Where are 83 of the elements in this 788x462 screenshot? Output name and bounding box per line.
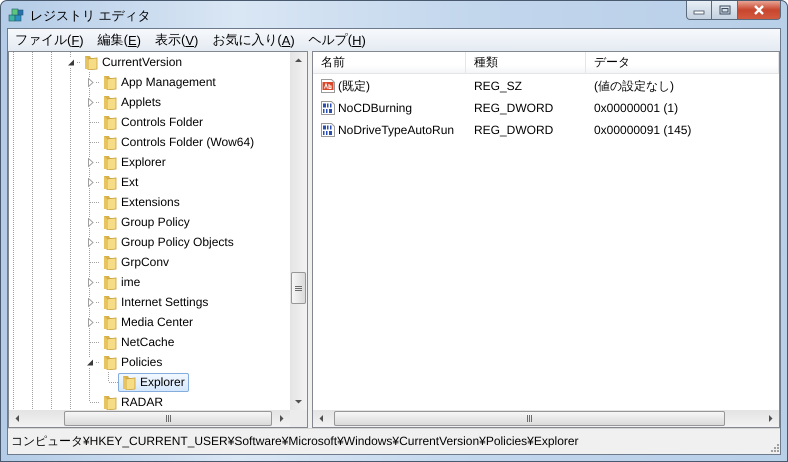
tree-item[interactable]: ime bbox=[99, 272, 144, 292]
value-name: (既定) bbox=[338, 78, 370, 94]
folder-icon bbox=[102, 174, 118, 190]
folder-icon bbox=[102, 114, 118, 130]
tree-item[interactable]: Explorer bbox=[99, 152, 170, 172]
folder-icon bbox=[102, 214, 118, 230]
tree-item[interactable]: Controls Folder (Wow64) bbox=[99, 132, 258, 152]
menu-item[interactable]: 表示(V) bbox=[148, 29, 206, 51]
binary-value-icon bbox=[320, 100, 336, 116]
value-name: NoDriveTypeAutoRun bbox=[338, 123, 454, 137]
binary-value-icon bbox=[320, 122, 336, 138]
folder-icon bbox=[102, 234, 118, 250]
maximize-icon bbox=[718, 5, 730, 15]
tree-item[interactable]: Group Policy bbox=[99, 212, 194, 232]
scrollbar-thumb[interactable] bbox=[334, 411, 725, 426]
tree-item[interactable]: Policies bbox=[99, 352, 166, 372]
folder-icon bbox=[102, 334, 118, 350]
cubes-icon bbox=[7, 6, 25, 24]
tree-item[interactable]: Ext bbox=[99, 172, 142, 192]
folder-icon bbox=[102, 274, 118, 290]
menu-item[interactable]: ファイル(F) bbox=[8, 29, 91, 51]
up-arrow-icon bbox=[295, 57, 302, 64]
menu-item[interactable]: ヘルプ(H) bbox=[302, 29, 373, 51]
expand-arrow-icon[interactable] bbox=[86, 78, 94, 86]
minimize-button[interactable] bbox=[686, 1, 712, 20]
tree-item[interactable]: RADAR bbox=[99, 392, 168, 410]
window-title: レジストリ エディタ bbox=[30, 7, 151, 25]
tree-item[interactable]: App Management bbox=[99, 72, 220, 92]
folder-icon bbox=[102, 394, 118, 410]
menu-item[interactable]: 編集(E) bbox=[90, 29, 148, 51]
right-arrow-icon bbox=[278, 415, 285, 422]
expand-arrow-icon[interactable] bbox=[86, 238, 94, 246]
left-arrow-icon bbox=[318, 415, 325, 422]
folder-icon bbox=[102, 194, 118, 210]
expand-arrow-icon[interactable] bbox=[86, 178, 94, 186]
left-arrow-icon bbox=[14, 415, 21, 422]
folder-icon bbox=[102, 294, 118, 310]
folder-icon bbox=[102, 154, 118, 170]
scrollbar-thumb[interactable] bbox=[64, 411, 272, 426]
folder-icon bbox=[102, 354, 118, 370]
scrollbar-thumb[interactable] bbox=[291, 272, 306, 304]
tree-item[interactable]: Applets bbox=[99, 92, 166, 112]
expand-arrow-icon[interactable] bbox=[86, 158, 94, 166]
value-data: 0x00000001 (1) bbox=[593, 101, 680, 115]
tree-item[interactable]: Extensions bbox=[99, 192, 184, 212]
folder-icon bbox=[83, 54, 99, 70]
column-header[interactable]: データ bbox=[586, 52, 779, 74]
maximize-button[interactable] bbox=[712, 1, 738, 20]
value-type: REG_DWORD bbox=[473, 123, 554, 137]
expand-arrow-icon[interactable] bbox=[86, 298, 94, 306]
expand-arrow-icon[interactable] bbox=[86, 98, 94, 106]
folder-icon bbox=[102, 254, 118, 270]
folder-icon bbox=[102, 74, 118, 90]
value-name: NoCDBurning bbox=[338, 101, 412, 115]
value-type: REG_DWORD bbox=[473, 101, 554, 115]
expand-arrow-icon[interactable] bbox=[86, 278, 94, 286]
folder-icon bbox=[121, 374, 137, 390]
tree-item[interactable]: Internet Settings bbox=[99, 292, 212, 312]
folder-icon bbox=[102, 94, 118, 110]
column-header[interactable]: 種類 bbox=[466, 52, 586, 74]
tree-item[interactable]: Group Policy Objects bbox=[99, 232, 238, 252]
tree-item[interactable]: GrpConv bbox=[99, 252, 174, 272]
value-data: 0x00000091 (145) bbox=[593, 123, 692, 137]
string-value-icon bbox=[320, 78, 336, 94]
folder-icon bbox=[102, 314, 118, 330]
folder-icon bbox=[102, 134, 118, 150]
value-data: (値の設定なし) bbox=[593, 78, 675, 94]
tree-item[interactable]: CurrentVersion bbox=[80, 52, 186, 72]
value-type: REG_SZ bbox=[473, 79, 524, 93]
expand-arrow-icon[interactable] bbox=[86, 218, 94, 226]
right-arrow-icon bbox=[767, 415, 774, 422]
tree-item[interactable]: NetCache bbox=[99, 332, 178, 352]
column-header[interactable]: 名前 bbox=[313, 52, 466, 74]
down-arrow-icon bbox=[295, 398, 302, 405]
menu-item[interactable]: お気に入り(A) bbox=[205, 29, 302, 51]
close-icon bbox=[753, 5, 765, 15]
tree-item[interactable]: Media Center bbox=[99, 312, 198, 332]
tree-item[interactable]: Explorer bbox=[118, 372, 189, 392]
close-button[interactable] bbox=[738, 1, 781, 20]
status-bar-path: コンピュータ¥HKEY_CURRENT_USER¥Software¥Microsoft¥Windows¥CurrentVersion¥Policies¥Explorer bbox=[11, 433, 579, 450]
expand-arrow-icon[interactable] bbox=[86, 318, 94, 326]
tree-item[interactable]: Controls Folder bbox=[99, 112, 208, 132]
resize-grip-icon bbox=[769, 442, 780, 453]
